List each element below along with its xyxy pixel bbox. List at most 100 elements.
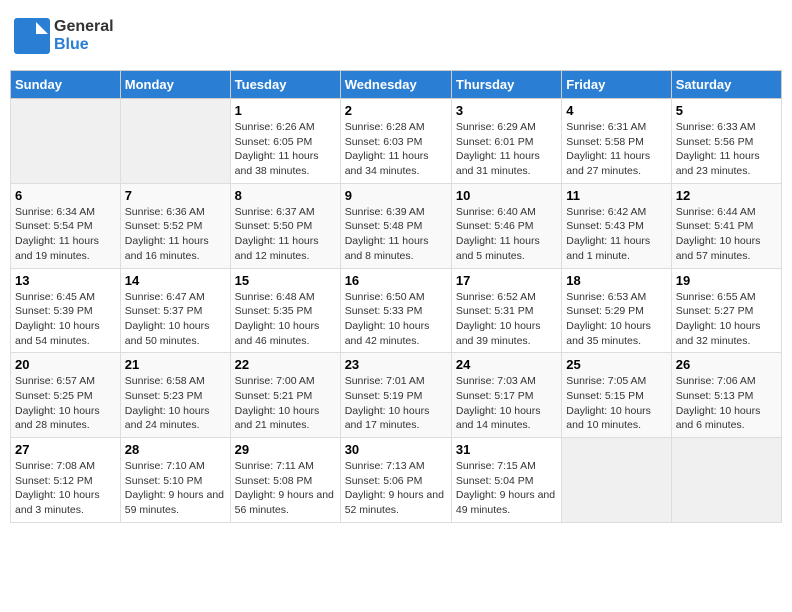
logo-wordmark: General Blue xyxy=(54,18,114,53)
logo: General Blue xyxy=(14,18,114,54)
day-number: 9 xyxy=(345,188,447,203)
day-info: Sunrise: 6:48 AMSunset: 5:35 PMDaylight:… xyxy=(235,290,336,349)
day-info: Sunrise: 6:39 AMSunset: 5:48 PMDaylight:… xyxy=(345,205,447,264)
calendar-cell: 6 Sunrise: 6:34 AMSunset: 5:54 PMDaylight… xyxy=(11,183,121,268)
day-number: 8 xyxy=(235,188,336,203)
day-number: 11 xyxy=(566,188,666,203)
calendar-header-monday: Monday xyxy=(120,71,230,99)
day-number: 18 xyxy=(566,273,666,288)
calendar-cell: 3 Sunrise: 6:29 AMSunset: 6:01 PMDaylight… xyxy=(451,99,561,184)
day-info: Sunrise: 7:10 AMSunset: 5:10 PMDaylight:… xyxy=(125,459,226,518)
calendar-cell: 4 Sunrise: 6:31 AMSunset: 5:58 PMDaylight… xyxy=(562,99,671,184)
calendar-cell: 21 Sunrise: 6:58 AMSunset: 5:23 PMDayligh… xyxy=(120,353,230,438)
day-info: Sunrise: 6:33 AMSunset: 5:56 PMDaylight:… xyxy=(676,120,777,179)
calendar-header-row: SundayMondayTuesdayWednesdayThursdayFrid… xyxy=(11,71,782,99)
day-number: 21 xyxy=(125,357,226,372)
calendar-cell: 19 Sunrise: 6:55 AMSunset: 5:27 PMDayligh… xyxy=(671,268,781,353)
day-number: 27 xyxy=(15,442,116,457)
calendar-header-wednesday: Wednesday xyxy=(340,71,451,99)
day-info: Sunrise: 7:11 AMSunset: 5:08 PMDaylight:… xyxy=(235,459,336,518)
calendar-cell: 20 Sunrise: 6:57 AMSunset: 5:25 PMDayligh… xyxy=(11,353,121,438)
day-number: 19 xyxy=(676,273,777,288)
calendar-cell: 16 Sunrise: 6:50 AMSunset: 5:33 PMDayligh… xyxy=(340,268,451,353)
calendar-cell: 17 Sunrise: 6:52 AMSunset: 5:31 PMDayligh… xyxy=(451,268,561,353)
calendar-cell: 28 Sunrise: 7:10 AMSunset: 5:10 PMDayligh… xyxy=(120,438,230,523)
day-info: Sunrise: 6:55 AMSunset: 5:27 PMDaylight:… xyxy=(676,290,777,349)
calendar-cell: 9 Sunrise: 6:39 AMSunset: 5:48 PMDaylight… xyxy=(340,183,451,268)
calendar-header-sunday: Sunday xyxy=(11,71,121,99)
day-number: 28 xyxy=(125,442,226,457)
day-number: 10 xyxy=(456,188,557,203)
calendar-cell: 22Sunrise: 7:00 AMSunset: 5:21 PMDayligh… xyxy=(230,353,340,438)
day-number: 20 xyxy=(15,357,116,372)
day-info: Sunrise: 6:26 AMSunset: 6:05 PMDaylight:… xyxy=(235,120,336,179)
day-number: 6 xyxy=(15,188,116,203)
day-number: 12 xyxy=(676,188,777,203)
calendar-cell: 11 Sunrise: 6:42 AMSunset: 5:43 PMDayligh… xyxy=(562,183,671,268)
calendar-cell xyxy=(11,99,121,184)
calendar-cell: 31 Sunrise: 7:15 AMSunset: 5:04 PMDayligh… xyxy=(451,438,561,523)
calendar-week-4: 27Sunrise: 7:08 AMSunset: 5:12 PMDayligh… xyxy=(11,438,782,523)
calendar-cell: 29 Sunrise: 7:11 AMSunset: 5:08 PMDayligh… xyxy=(230,438,340,523)
calendar-week-0: 1 Sunrise: 6:26 AMSunset: 6:05 PMDaylight… xyxy=(11,99,782,184)
day-number: 30 xyxy=(345,442,447,457)
day-info: Sunrise: 7:05 AMSunset: 5:15 PMDaylight:… xyxy=(566,374,666,433)
calendar-cell xyxy=(671,438,781,523)
day-info: Sunrise: 6:44 AMSunset: 5:41 PMDaylight:… xyxy=(676,205,777,264)
day-number: 31 xyxy=(456,442,557,457)
day-number: 2 xyxy=(345,103,447,118)
day-number: 14 xyxy=(125,273,226,288)
calendar-week-2: 13 Sunrise: 6:45 AMSunset: 5:39 PMDayligh… xyxy=(11,268,782,353)
day-info: Sunrise: 6:40 AMSunset: 5:46 PMDaylight:… xyxy=(456,205,557,264)
day-number: 16 xyxy=(345,273,447,288)
day-number: 23 xyxy=(345,357,447,372)
day-info: Sunrise: 6:52 AMSunset: 5:31 PMDaylight:… xyxy=(456,290,557,349)
calendar-cell: 12 Sunrise: 6:44 AMSunset: 5:41 PMDayligh… xyxy=(671,183,781,268)
day-number: 15 xyxy=(235,273,336,288)
day-info: Sunrise: 6:37 AMSunset: 5:50 PMDaylight:… xyxy=(235,205,336,264)
logo-general: General xyxy=(54,18,114,35)
day-number: 24 xyxy=(456,357,557,372)
calendar-cell: 24Sunrise: 7:03 AMSunset: 5:17 PMDayligh… xyxy=(451,353,561,438)
calendar-header-saturday: Saturday xyxy=(671,71,781,99)
calendar-cell: 15 Sunrise: 6:48 AMSunset: 5:35 PMDayligh… xyxy=(230,268,340,353)
page-header: General Blue xyxy=(10,10,782,62)
day-number: 7 xyxy=(125,188,226,203)
calendar-cell: 7Sunrise: 6:36 AMSunset: 5:52 PMDaylight… xyxy=(120,183,230,268)
calendar-cell: 13 Sunrise: 6:45 AMSunset: 5:39 PMDayligh… xyxy=(11,268,121,353)
day-info: Sunrise: 6:42 AMSunset: 5:43 PMDaylight:… xyxy=(566,205,666,264)
calendar-cell: 1 Sunrise: 6:26 AMSunset: 6:05 PMDaylight… xyxy=(230,99,340,184)
day-info: Sunrise: 6:28 AMSunset: 6:03 PMDaylight:… xyxy=(345,120,447,179)
day-info: Sunrise: 6:34 AMSunset: 5:54 PMDaylight:… xyxy=(15,205,116,264)
day-info: Sunrise: 6:50 AMSunset: 5:33 PMDaylight:… xyxy=(345,290,447,349)
calendar-cell: 5Sunrise: 6:33 AMSunset: 5:56 PMDaylight… xyxy=(671,99,781,184)
calendar-table: SundayMondayTuesdayWednesdayThursdayFrid… xyxy=(10,70,782,523)
day-info: Sunrise: 6:57 AMSunset: 5:25 PMDaylight:… xyxy=(15,374,116,433)
calendar-cell xyxy=(120,99,230,184)
day-number: 1 xyxy=(235,103,336,118)
calendar-body: 1 Sunrise: 6:26 AMSunset: 6:05 PMDaylight… xyxy=(11,99,782,523)
calendar-cell xyxy=(562,438,671,523)
day-info: Sunrise: 7:06 AMSunset: 5:13 PMDaylight:… xyxy=(676,374,777,433)
day-number: 29 xyxy=(235,442,336,457)
calendar-cell: 27Sunrise: 7:08 AMSunset: 5:12 PMDayligh… xyxy=(11,438,121,523)
calendar-cell: 23Sunrise: 7:01 AMSunset: 5:19 PMDayligh… xyxy=(340,353,451,438)
day-info: Sunrise: 6:45 AMSunset: 5:39 PMDaylight:… xyxy=(15,290,116,349)
day-info: Sunrise: 7:15 AMSunset: 5:04 PMDaylight:… xyxy=(456,459,557,518)
day-number: 3 xyxy=(456,103,557,118)
day-info: Sunrise: 7:13 AMSunset: 5:06 PMDaylight:… xyxy=(345,459,447,518)
calendar-cell: 2 Sunrise: 6:28 AMSunset: 6:03 PMDaylight… xyxy=(340,99,451,184)
day-info: Sunrise: 6:53 AMSunset: 5:29 PMDaylight:… xyxy=(566,290,666,349)
day-info: Sunrise: 6:47 AMSunset: 5:37 PMDaylight:… xyxy=(125,290,226,349)
calendar-cell: 10 Sunrise: 6:40 AMSunset: 5:46 PMDayligh… xyxy=(451,183,561,268)
calendar-cell: 26 Sunrise: 7:06 AMSunset: 5:13 PMDayligh… xyxy=(671,353,781,438)
calendar-week-3: 20 Sunrise: 6:57 AMSunset: 5:25 PMDayligh… xyxy=(11,353,782,438)
day-info: Sunrise: 6:31 AMSunset: 5:58 PMDaylight:… xyxy=(566,120,666,179)
day-number: 17 xyxy=(456,273,557,288)
day-number: 26 xyxy=(676,357,777,372)
day-info: Sunrise: 6:29 AMSunset: 6:01 PMDaylight:… xyxy=(456,120,557,179)
day-number: 4 xyxy=(566,103,666,118)
calendar-cell: 14 Sunrise: 6:47 AMSunset: 5:37 PMDayligh… xyxy=(120,268,230,353)
day-info: Sunrise: 6:58 AMSunset: 5:23 PMDaylight:… xyxy=(125,374,226,433)
day-number: 13 xyxy=(15,273,116,288)
